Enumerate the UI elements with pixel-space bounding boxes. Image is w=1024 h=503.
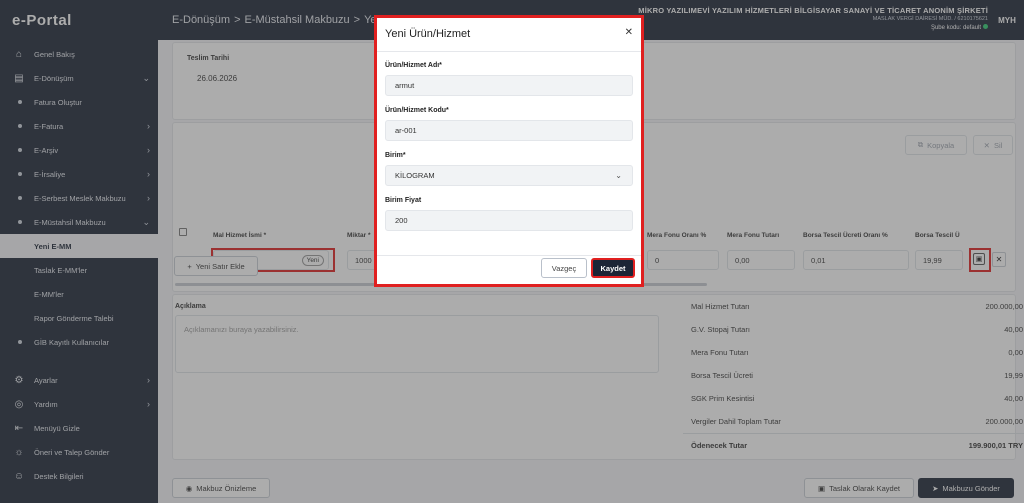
chevron-down-icon: ⌄ (615, 171, 622, 180)
close-icon[interactable]: ✕ (625, 27, 633, 38)
modal-price-input[interactable]: 200 (385, 210, 633, 231)
new-product-modal: Yeni Ürün/Hizmet ✕ Ürün/Hizmet Adı* armu… (374, 15, 644, 287)
modal-divider (377, 51, 641, 52)
price-label: Birim Fiyat (385, 197, 422, 204)
unit-selected-value: KİLOGRAM (395, 171, 435, 180)
modal-title: Yeni Ürün/Hizmet (385, 28, 471, 40)
modal-product-code-input[interactable]: ar-001 (385, 120, 633, 141)
product-code-label: Ürün/Hizmet Kodu* (385, 107, 449, 114)
unit-label: Birim* (385, 152, 406, 159)
cancel-button[interactable]: Vazgeç (541, 258, 587, 278)
save-label: Kaydet (600, 263, 626, 273)
modal-unit-select[interactable]: KİLOGRAM ⌄ (385, 165, 633, 186)
save-button[interactable]: Kaydet (591, 258, 635, 278)
modal-product-name-input[interactable]: armut (385, 75, 633, 96)
modal-footer-divider (377, 255, 641, 256)
product-name-label: Ürün/Hizmet Adı* (385, 62, 442, 69)
